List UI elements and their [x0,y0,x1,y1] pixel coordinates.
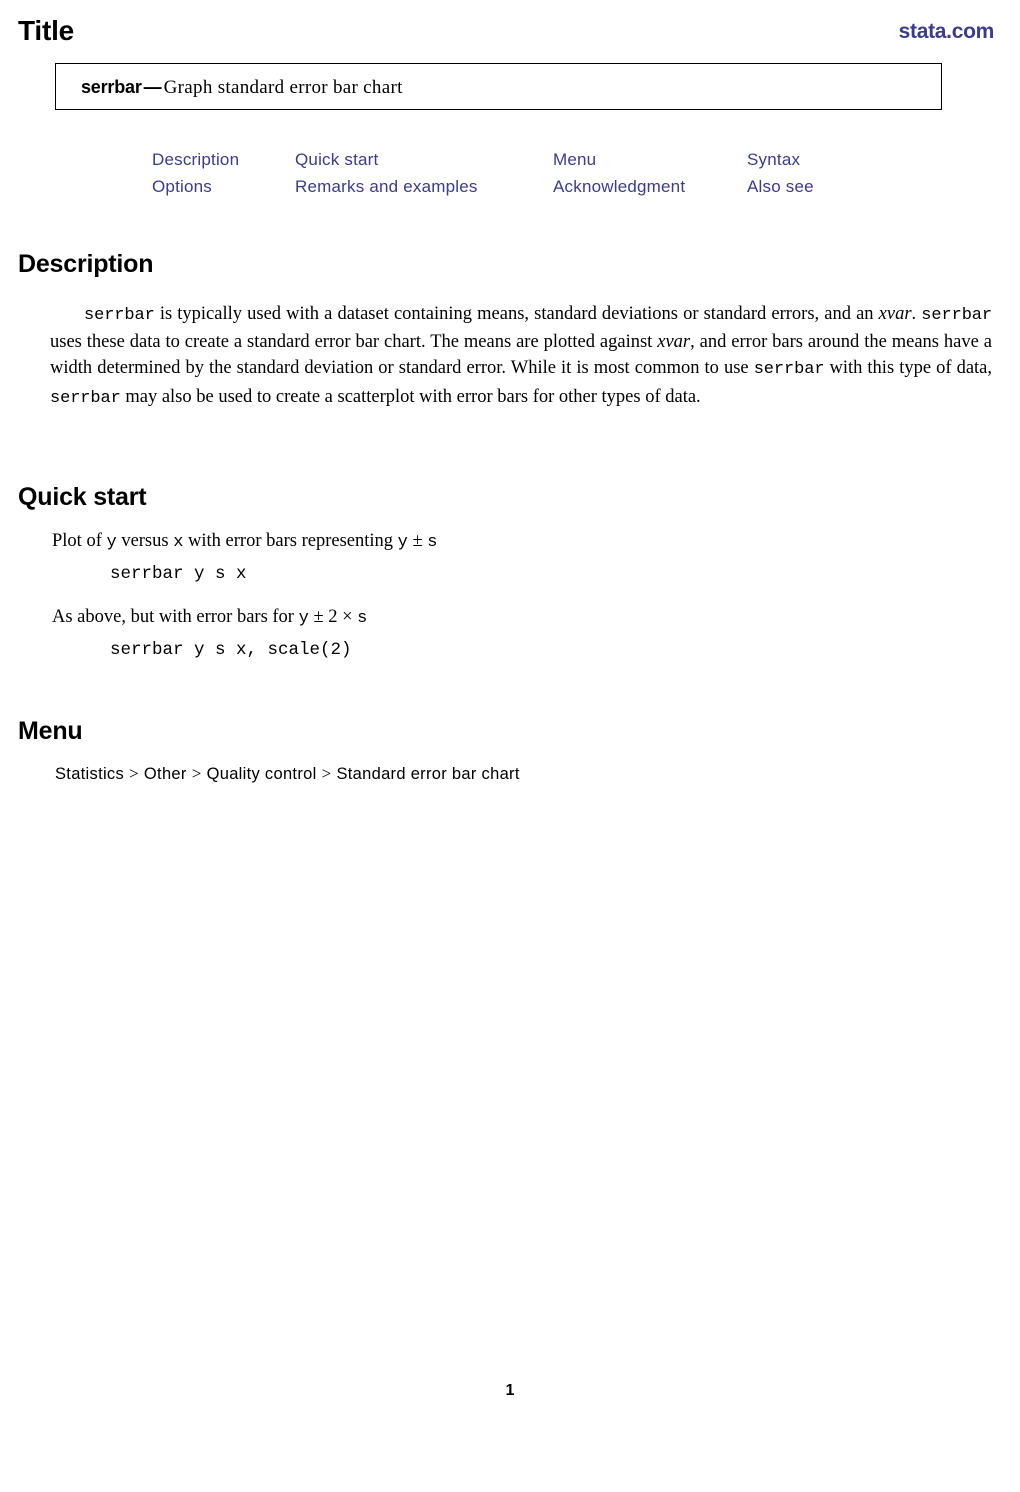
menu-breadcrumb: Statistics > Other > Quality control > Standar… [55,763,520,785]
qs1-formula-s: s [427,533,438,552]
quick-start-block: Plot of y versus x with error bars repre… [52,528,952,663]
page-header: Title stata.com [18,14,994,52]
quick-start-spacer [52,587,952,604]
page-number: 1 [505,1382,515,1399]
chevron-right-icon-2: > [191,764,202,783]
qs1-var-y: y [106,533,117,552]
section-links-row-2: Options Remarks and examples Acknowledgm… [152,175,912,202]
description-text-5: with this type of data, [824,358,993,379]
link-quick-start[interactable]: Quick start [295,148,378,172]
quick-start-item-2-code: serrbar y s x, scale(2) [110,640,352,660]
link-remarks-and-examples[interactable]: Remarks and examples [295,175,478,199]
quick-start-item-1-description: Plot of y versus x with error bars repre… [52,528,952,556]
qs1-formula-plusminus: ± [407,531,428,551]
chevron-right-icon-3: > [321,764,332,783]
qs1-text-a: Plot of [52,531,107,551]
link-menu[interactable]: Menu [553,148,596,172]
qs2-text-a: As above, but with error bars for [52,607,299,627]
qs1-formula-y: y [397,533,408,552]
link-syntax[interactable]: Syntax [747,148,800,172]
chevron-right-icon-1: > [129,764,139,783]
description-text-6: may also be used to create a scatterplot… [120,386,701,407]
link-acknowledgment[interactable]: Acknowledgment [553,175,685,199]
inline-code-serrbar-2: serrbar [921,306,993,325]
breadcrumb-item-quality-control: Quality control [206,765,317,783]
qs1-var-x: x [173,533,184,552]
qs2-formula-y: y [298,609,309,628]
command-title-text: serrbar — Graph standard error bar chart [81,75,403,100]
document-page: Title stata.com serrbar — Graph standard e… [0,0,1020,1492]
link-options[interactable]: Options [152,175,212,199]
inline-code-serrbar-1: serrbar [84,306,155,325]
section-links-row-1: Description Quick start Menu Syntax [152,148,912,175]
heading-quick-start: Quick start [18,483,147,511]
command-name: serrbar [81,77,142,97]
inline-code-serrbar-3: serrbar [753,360,825,380]
stata-com-link[interactable]: stata.com [899,19,995,45]
description-text-2: . [911,304,922,324]
inline-code-serrbar-4: serrbar [50,388,121,408]
description-text-3: uses these data to create a standard err… [50,332,658,353]
heading-description: Description [18,250,154,278]
link-description[interactable]: Description [152,148,239,172]
breadcrumb-item-other: Other [143,765,187,783]
breadcrumb-item-standard-error-bar-chart: Standard error bar chart [336,765,520,783]
command-title-box: serrbar — Graph standard error bar chart [55,63,942,110]
qs1-text-c: with error bars representing [183,531,398,551]
description-text-1: is typically used with a dataset contain… [154,304,879,324]
qs1-text-b: versus [116,531,174,551]
qs2-formula-s: s [357,609,368,628]
page-title: Title [18,15,75,46]
inline-italic-xvar-1: xvar [878,304,912,324]
description-paragraph: serrbar is typically used with a dataset… [50,301,992,412]
inline-italic-xvar-2: xvar [657,332,691,353]
heading-menu: Menu [18,717,83,745]
qs2-formula-plusminus: ± [308,607,329,627]
title-dash: — [143,77,162,97]
quick-start-item-2-description: As above, but with error bars for y ± 2 … [52,604,952,632]
command-description: Graph standard error bar chart [163,77,403,98]
quick-start-item-1-code: serrbar y s x [110,564,247,584]
qs2-formula-times: × [337,607,358,627]
breadcrumb-item-statistics: Statistics [55,765,125,783]
section-links: Description Quick start Menu Syntax Opti… [152,148,912,202]
link-also-see[interactable]: Also see [747,175,814,199]
